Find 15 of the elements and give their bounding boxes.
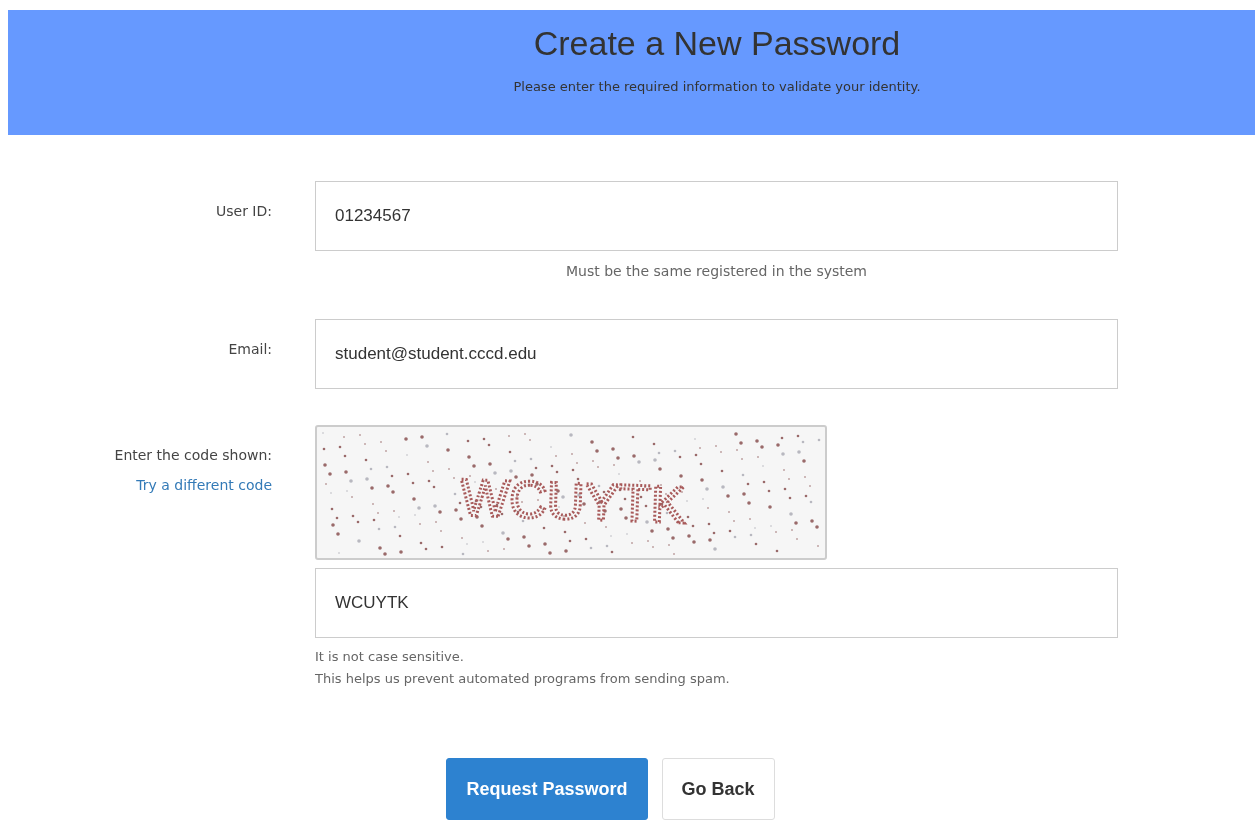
text-field[interactable]: 01234567 xyxy=(315,181,1118,251)
page-subtitle: Please enter the required information to validate your identity. xyxy=(513,79,921,94)
text-field[interactable]: student@student.cccd.edu xyxy=(315,319,1118,389)
captcha-image: WCUYTK xyxy=(315,425,827,560)
help-text: It is not case sensitive. xyxy=(315,648,465,666)
help-text: This helps us prevent automated programs from sending spam. xyxy=(315,670,731,688)
field-label: Email: xyxy=(228,341,272,357)
request-password-button[interactable]: Request Password xyxy=(446,758,648,820)
page-title: Create a New Password xyxy=(533,24,901,63)
go-back-button[interactable]: Go Back xyxy=(661,758,775,820)
code-field[interactable]: WCUYTK xyxy=(315,568,1118,638)
field-label: Enter the code shown: xyxy=(114,447,272,463)
different-code-link[interactable]: Try a different code xyxy=(136,477,272,493)
field-label: User ID: xyxy=(216,203,272,219)
field-hint: Must be the same registered in the system xyxy=(565,263,868,279)
